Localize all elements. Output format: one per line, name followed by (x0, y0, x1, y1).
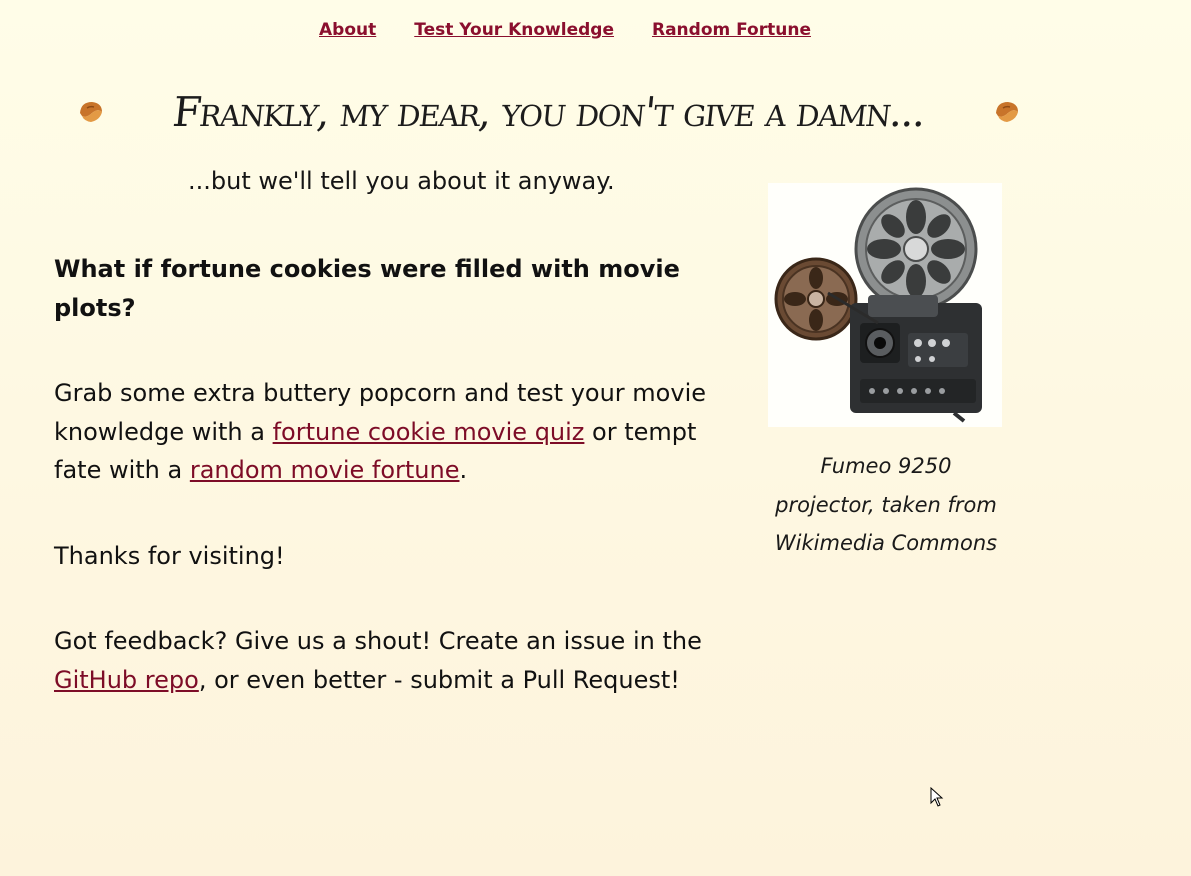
film-projector-image (768, 183, 1002, 427)
intro-question: What if fortune cookies were filled with… (54, 255, 680, 322)
projector-figure: Fumeo 9250 projector, taken from Wikimed… (768, 183, 1004, 563)
page-title: Frankly, my dear, you don't give a damn.… (170, 88, 928, 136)
page-subtitle: ...but we'll tell you about it anyway. (188, 167, 615, 195)
fortune-cookie-icon (994, 99, 1020, 125)
feedback-text-after: , or even better - submit a Pull Request… (198, 665, 680, 694)
main-content: What if fortune cookies were filled with… (54, 250, 744, 699)
figure-caption: Fumeo 9250 projector, taken from Wikimed… (774, 454, 998, 555)
nav-about-link[interactable]: About (319, 20, 376, 40)
quiz-link[interactable]: fortune cookie movie quiz (273, 418, 585, 446)
feedback-paragraph: Got feedback? Give us a shout! Create an… (54, 622, 744, 699)
intro-paragraph: Grab some extra buttery popcorn and test… (54, 374, 744, 490)
nav-random-fortune-link[interactable]: Random Fortune (652, 20, 811, 40)
github-repo-link[interactable]: GitHub repo (54, 666, 199, 694)
fortune-cookie-icon (78, 99, 104, 125)
feedback-text-before: Got feedback? Give us a shout! Create an… (54, 627, 702, 655)
nav-test-your-knowledge-link[interactable]: Test Your Knowledge (414, 20, 614, 40)
thanks-message: Thanks for visiting! (54, 541, 285, 570)
page-header: Frankly, my dear, you don't give a damn.… (78, 88, 1020, 136)
mouse-pointer-icon (930, 787, 944, 807)
top-navigation: About Test Your Knowledge Random Fortune (0, 20, 1130, 40)
intro-text-after: . (459, 456, 468, 484)
random-fortune-link[interactable]: random movie fortune (190, 456, 460, 484)
